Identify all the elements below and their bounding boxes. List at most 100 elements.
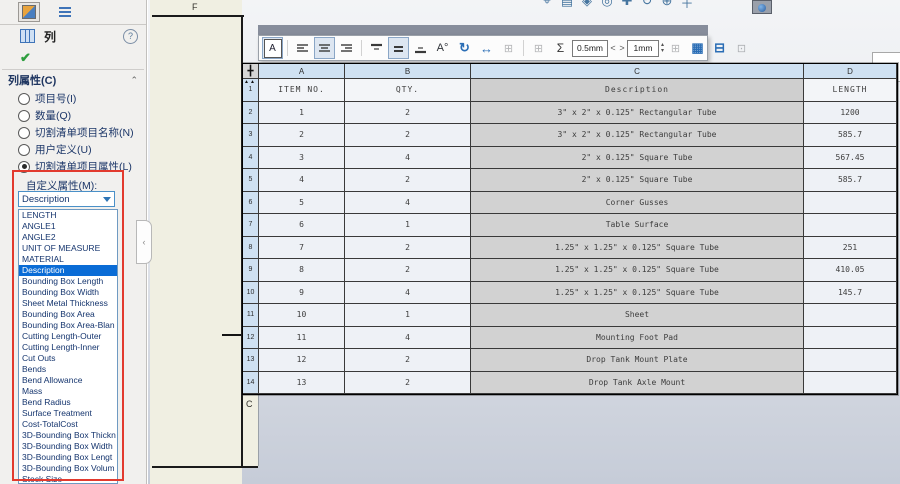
data-cell[interactable]: 1.25" x 1.25" x 0.125" Square Tube <box>471 259 804 282</box>
column-type-radio[interactable]: 项目号(I) <box>0 90 146 107</box>
property-option[interactable]: Description <box>19 265 117 276</box>
property-option[interactable]: ANGLE1 <box>19 221 117 232</box>
table-header-button[interactable]: ⊟ <box>709 37 730 59</box>
ok-button[interactable]: ✔ <box>0 47 146 69</box>
radio-icon[interactable] <box>18 93 30 105</box>
data-cell[interactable]: 9 <box>259 282 345 305</box>
column-letter[interactable]: C <box>471 64 804 79</box>
row-number[interactable]: 14 <box>243 372 259 395</box>
header-cell[interactable]: Description <box>471 79 804 102</box>
radio-icon[interactable] <box>18 110 30 122</box>
header-cell[interactable]: LENGTH <box>804 79 897 102</box>
row-number[interactable]: 6 <box>243 192 259 215</box>
data-cell[interactable]: 585.7 <box>804 169 897 192</box>
heads-up-icon[interactable]: ⌖ <box>540 0 554 11</box>
property-option[interactable]: Bounding Box Area <box>19 309 117 320</box>
note-format-button[interactable]: A <box>262 37 283 59</box>
panel-collapse-tab[interactable]: ‹ <box>136 220 152 264</box>
data-cell[interactable]: 2 <box>345 169 471 192</box>
data-cell[interactable]: 2 <box>345 349 471 372</box>
data-cell[interactable]: 5 <box>259 192 345 215</box>
data-cell[interactable]: 2" x 0.125" Square Tube <box>471 147 804 170</box>
property-option[interactable]: 3D-Bounding Box Width <box>19 441 117 452</box>
data-cell[interactable]: 10 <box>259 304 345 327</box>
property-option[interactable]: Bend Allowance <box>19 375 117 386</box>
help-icon[interactable]: ? <box>123 29 138 44</box>
data-cell[interactable]: 4 <box>345 327 471 350</box>
fit-table-button[interactable]: ⊡ <box>731 37 752 59</box>
data-cell[interactable]: 6 <box>259 214 345 237</box>
data-cell[interactable]: 2 <box>345 372 471 395</box>
property-option[interactable]: Surface Treatment <box>19 408 117 419</box>
padding-spinner[interactable]: ▴▾ <box>661 42 664 54</box>
data-cell[interactable]: 1.25" x 1.25" x 0.125" Square Tube <box>471 237 804 260</box>
row-number[interactable]: 12 <box>243 327 259 350</box>
column-letter[interactable]: B <box>345 64 471 79</box>
data-cell[interactable] <box>804 192 897 215</box>
data-cell[interactable]: 12 <box>259 349 345 372</box>
property-option[interactable]: Bends <box>19 364 117 375</box>
data-cell[interactable]: Sheet <box>471 304 804 327</box>
data-cell[interactable]: 2 <box>345 237 471 260</box>
property-option[interactable]: Cutting Length-Inner <box>19 342 117 353</box>
data-cell[interactable]: 3" x 2" x 0.125" Rectangular Tube <box>471 102 804 125</box>
vertical-padding-input[interactable]: 0.5mm <box>572 40 608 57</box>
property-option[interactable]: 3D-Bounding Box Lengt <box>19 452 117 463</box>
property-option[interactable]: Stock Size <box>19 474 117 484</box>
sum-button[interactable]: Σ <box>550 37 571 59</box>
property-option[interactable]: 3D-Bounding Box Thickn <box>19 430 117 441</box>
data-cell[interactable]: 3" x 2" x 0.125" Rectangular Tube <box>471 124 804 147</box>
row-number[interactable]: 5 <box>243 169 259 192</box>
data-cell[interactable]: 251 <box>804 237 897 260</box>
column-type-radio[interactable]: 用户定义(U) <box>0 141 146 158</box>
property-option[interactable]: Cutting Length-Outer <box>19 331 117 342</box>
data-cell[interactable]: 2 <box>345 259 471 282</box>
text-angle-button[interactable]: A° <box>432 37 453 59</box>
property-option[interactable]: Cost-TotalCost <box>19 419 117 430</box>
heads-up-icon[interactable]: ⊕ <box>660 0 674 11</box>
border-editing-button[interactable]: ▦ <box>687 37 708 59</box>
property-option[interactable]: Mass <box>19 386 117 397</box>
data-cell[interactable]: 1.25" x 1.25" x 0.125" Square Tube <box>471 282 804 305</box>
valign-top-button[interactable] <box>366 37 387 59</box>
data-cell[interactable]: 585.7 <box>804 124 897 147</box>
header-cell[interactable]: ITEM NO. <box>259 79 345 102</box>
data-cell[interactable]: 1200 <box>804 102 897 125</box>
data-cell[interactable]: Mounting Foot Pad <box>471 327 804 350</box>
data-cell[interactable] <box>804 214 897 237</box>
data-cell[interactable]: 11 <box>259 327 345 350</box>
merge-cells-button[interactable]: ⊞ <box>498 37 519 59</box>
row-number[interactable]: 4 <box>243 147 259 170</box>
row-number[interactable]: 2 <box>243 102 259 125</box>
data-cell[interactable] <box>804 327 897 350</box>
row-number[interactable]: 3 <box>243 124 259 147</box>
data-cell[interactable]: 2 <box>259 124 345 147</box>
data-cell[interactable]: 1 <box>345 214 471 237</box>
increase-padding-button[interactable]: > <box>618 43 626 53</box>
heads-up-icon[interactable]: ◎ <box>600 0 614 11</box>
heads-up-icon[interactable]: ✚ <box>620 0 634 11</box>
radio-icon[interactable] <box>18 144 30 156</box>
decrease-padding-button[interactable]: < <box>609 43 617 53</box>
data-cell[interactable]: 1 <box>259 102 345 125</box>
flip-direction-icon[interactable]: ↔ <box>476 37 497 59</box>
property-option[interactable]: Bounding Box Area-Blan <box>19 320 117 331</box>
data-cell[interactable]: 145.7 <box>804 282 897 305</box>
align-left-button[interactable] <box>292 37 313 59</box>
data-cell[interactable] <box>804 372 897 395</box>
data-cell[interactable]: 1 <box>345 304 471 327</box>
row-number[interactable]: 8 <box>243 237 259 260</box>
column-letter[interactable]: D <box>804 64 897 79</box>
data-cell[interactable] <box>804 349 897 372</box>
custom-property-combo[interactable]: Description <box>18 191 115 207</box>
data-cell[interactable]: 567.45 <box>804 147 897 170</box>
row-number[interactable]: 13 <box>243 349 259 372</box>
property-option[interactable]: UNIT OF MEASURE <box>19 243 117 254</box>
align-right-button[interactable] <box>336 37 357 59</box>
tab-property-manager[interactable] <box>18 2 40 22</box>
rotate-cell-icon[interactable]: ↻ <box>454 37 475 59</box>
horizontal-padding-input[interactable]: 1mm <box>627 40 659 57</box>
column-type-radio[interactable]: 切割清单项目名称(N) <box>0 124 146 141</box>
tab-configuration-manager[interactable] <box>54 2 76 22</box>
chevron-down-icon[interactable] <box>103 197 111 202</box>
